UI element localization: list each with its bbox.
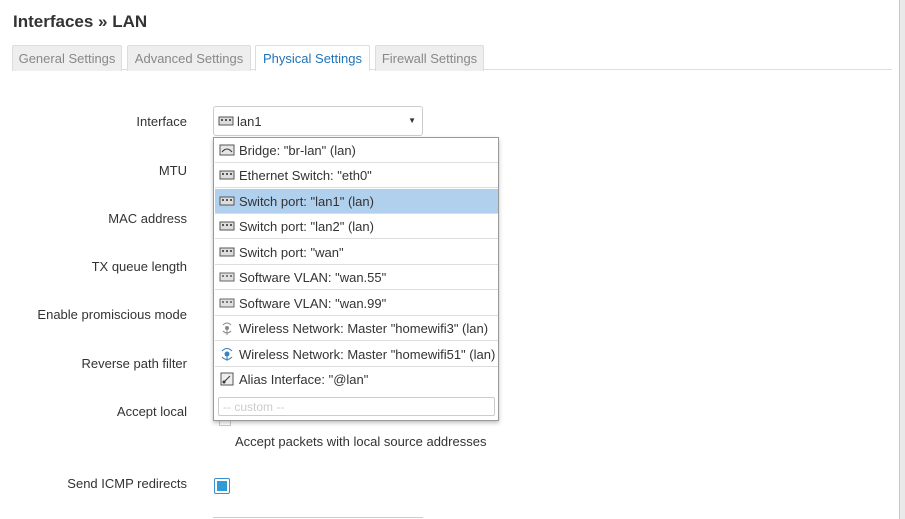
label-tx-queue-length: TX queue length [91, 259, 187, 274]
interface-select[interactable]: lan1 ▼ [213, 106, 423, 136]
dropdown-option-vlan-wan55[interactable]: Software VLAN: "wan.55" [215, 265, 498, 290]
port-icon [218, 114, 234, 128]
tab-bar: General Settings Advanced Settings Physi… [12, 45, 892, 71]
label-reverse-path-filter: Reverse path filter [81, 356, 188, 371]
dropdown-option-ethernet-switch-eth0[interactable]: Ethernet Switch: "eth0" [215, 163, 498, 188]
wifi-icon [219, 347, 235, 361]
dropdown-option-wifi-homewifi51[interactable]: Wireless Network: Master "homewifi51" (l… [215, 342, 498, 367]
label-mac-address: MAC address [108, 211, 187, 226]
dropdown-option-bridge-br-lan[interactable]: Bridge: "br-lan" (lan) [215, 138, 498, 163]
wifi-icon [219, 321, 235, 335]
label-accept-local: Accept local [116, 404, 187, 419]
vlan-icon [219, 270, 235, 284]
custom-interface-input[interactable] [218, 397, 495, 416]
dropdown-option-switch-port-lan2[interactable]: Switch port: "lan2" (lan) [215, 214, 498, 239]
label-send-icmp-redirects: Send ICMP redirects [67, 476, 187, 491]
vlan-icon [219, 296, 235, 310]
dialog-title: Interfaces » LAN [13, 12, 148, 31]
dropdown-option-alias-lan[interactable]: Alias Interface: "@lan" [215, 367, 498, 392]
interface-dialog: Interfaces » LAN General Settings Advanc… [0, 0, 900, 519]
accept-local-hint: Accept packets with local source address… [235, 434, 487, 449]
dropdown-option-vlan-wan99[interactable]: Software VLAN: "wan.99" [215, 291, 498, 316]
tab-firewall-settings[interactable]: Firewall Settings [375, 45, 484, 71]
label-mtu: MTU [158, 163, 187, 178]
bridge-icon [219, 143, 235, 157]
switch-icon [219, 168, 235, 182]
chevron-down-icon: ▼ [408, 116, 416, 125]
dropdown-option-switch-port-lan1[interactable]: Switch port: "lan1" (lan) [215, 189, 498, 214]
interface-select-value: lan1 [237, 114, 262, 129]
port-icon [219, 245, 235, 259]
alias-icon [219, 372, 235, 386]
label-interface: Interface [136, 114, 187, 129]
label-promiscuous-mode: Enable promiscious mode [37, 307, 187, 322]
send-icmp-redirects-checkbox[interactable] [214, 478, 230, 494]
dropdown-option-wifi-homewifi3[interactable]: Wireless Network: Master "homewifi3" (la… [215, 316, 498, 341]
port-icon [219, 219, 235, 233]
tab-general-settings[interactable]: General Settings [12, 45, 122, 71]
dropdown-option-switch-port-wan[interactable]: Switch port: "wan" [215, 240, 498, 265]
tab-advanced-settings[interactable]: Advanced Settings [127, 45, 251, 71]
tab-physical-settings[interactable]: Physical Settings [255, 45, 370, 71]
port-icon [219, 194, 235, 208]
interface-dropdown-list: Bridge: "br-lan" (lan) Ethernet Switch: … [213, 137, 499, 421]
